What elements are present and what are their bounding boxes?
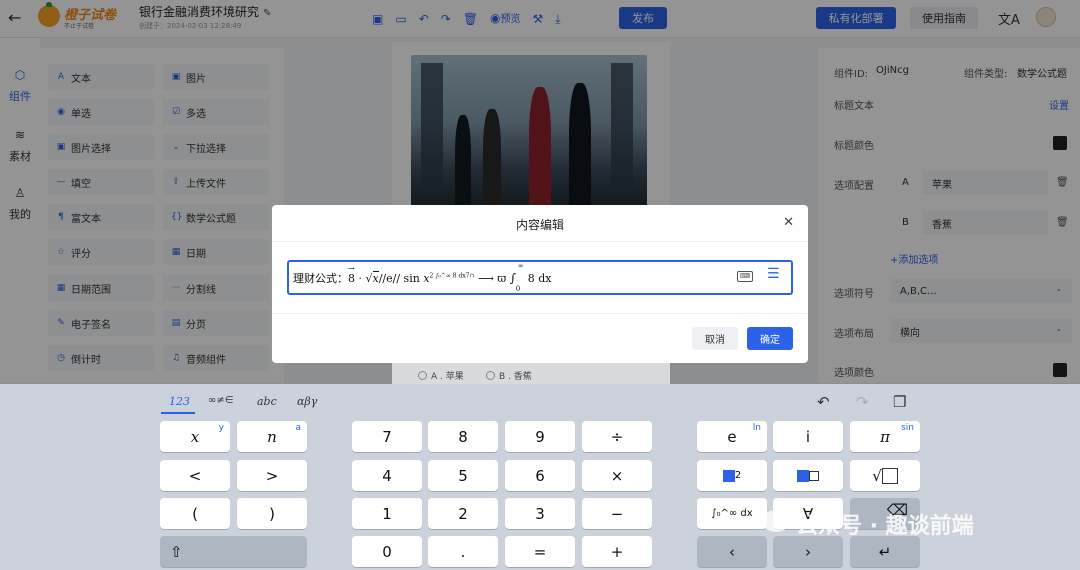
key-integral[interactable]: ∫₀^∞ dx	[697, 498, 767, 529]
clipboard-icon[interactable]: ❐	[893, 393, 906, 411]
confirm-button[interactable]: 确定	[747, 327, 793, 350]
watermark-text: 公众号 · 趣谈前端	[796, 514, 974, 539]
tab-greek[interactable]: αβγ	[297, 395, 317, 408]
canvas-option-b[interactable]: B . 香蕉	[486, 369, 532, 382]
canvas-option-label: A . 苹果	[431, 372, 464, 382]
formula-integral: ∫ ∞ 0	[509, 262, 528, 293]
radio-circle-icon	[418, 371, 427, 380]
key-1[interactable]: 1	[352, 498, 422, 529]
formula-prefix: 理财公式：	[293, 272, 348, 285]
key-open-paren[interactable]: (	[160, 498, 230, 529]
dialog-divider	[272, 241, 808, 242]
key-label: n	[267, 427, 277, 446]
sqrt-sign: √	[872, 466, 882, 485]
key-6[interactable]: 6	[505, 460, 575, 491]
placeholder-square-icon	[797, 469, 809, 482]
enter-key[interactable]: ↵	[850, 536, 920, 567]
undo-icon[interactable]: ↶	[817, 393, 830, 411]
math-keyboard: 123 ∞≠∈ abc αβγ ↶ ↷ ❐ xy na < > ( ) ⇧ 7 …	[0, 384, 1080, 570]
key-9[interactable]: 9	[505, 421, 575, 452]
key-equals[interactable]: =	[505, 536, 575, 567]
canvas-option-a[interactable]: A . 苹果	[418, 369, 464, 382]
formula-superscript: 2 ∫₀^∞ 8 dx7∩	[429, 272, 475, 280]
key-alt: ln	[752, 423, 761, 433]
key-7[interactable]: 7	[352, 421, 422, 452]
content-edit-dialog: 内容编辑 ✕ 理财公式： → 8 · √x//e// sin x2 ∫₀^∞ 8 d…	[272, 205, 808, 363]
formula-vector: → 8	[348, 264, 355, 285]
active-tab-indicator	[161, 412, 195, 414]
formula-input[interactable]: 理财公式： → 8 · √x//e// sin x2 ∫₀^∞ 8 dx7∩ ⟶ ϖ…	[287, 260, 793, 295]
key-alt: sin	[901, 423, 914, 433]
key-8[interactable]: 8	[428, 421, 498, 452]
formula-arrow: ⟶ ϖ	[474, 272, 510, 285]
key-x[interactable]: xy	[160, 421, 230, 452]
exponent-box-icon	[809, 470, 819, 481]
key-0[interactable]: 0	[352, 536, 422, 567]
key-greater-than[interactable]: >	[237, 460, 307, 491]
key-e[interactable]: e ln	[697, 421, 767, 452]
key-square[interactable]: 2	[697, 460, 767, 491]
sqrt-box-icon	[881, 467, 898, 484]
cancel-button[interactable]: 取消	[692, 327, 738, 350]
key-4[interactable]: 4	[352, 460, 422, 491]
key-alt: y	[218, 423, 224, 433]
tab-symbols[interactable]: ∞≠∈	[208, 395, 233, 406]
key-pi[interactable]: π sin	[850, 421, 920, 452]
radio-circle-icon	[486, 371, 495, 380]
left-arrow-key[interactable]: ‹	[697, 536, 767, 567]
formula-mid: //e//	[378, 272, 401, 285]
key-3[interactable]: 3	[505, 498, 575, 529]
key-sqrt[interactable]: √	[850, 460, 920, 491]
wechat-icon	[762, 510, 790, 532]
key-label: e	[727, 427, 737, 446]
tab-latin[interactable]: abc	[257, 395, 277, 408]
placeholder-square-icon	[722, 469, 735, 482]
key-n[interactable]: na	[237, 421, 307, 452]
key-power[interactable]	[773, 460, 843, 491]
key-close-paren[interactable]: )	[237, 498, 307, 529]
key-exponent: 2	[734, 470, 742, 481]
key-minus[interactable]: −	[582, 498, 652, 529]
key-i[interactable]: i	[773, 421, 843, 452]
key-label: x	[190, 427, 200, 446]
close-icon[interactable]: ✕	[783, 215, 794, 230]
redo-icon[interactable]: ↷	[856, 393, 869, 411]
key-divide[interactable]: ÷	[582, 421, 652, 452]
formula-content: 理财公式： → 8 · √x//e// sin x2 ∫₀^∞ 8 dx7∩ ⟶ ϖ…	[293, 262, 552, 293]
integral-lower: 0	[515, 285, 521, 293]
shift-key[interactable]: ⇧	[160, 536, 307, 567]
key-multiply[interactable]: ×	[582, 460, 652, 491]
key-less-than[interactable]: <	[160, 460, 230, 491]
formula-dot: · √	[355, 272, 373, 285]
right-arrow-key[interactable]: ›	[773, 536, 843, 567]
integral-upper: ∞	[517, 262, 524, 270]
key-5[interactable]: 5	[428, 460, 498, 491]
key-2[interactable]: 2	[428, 498, 498, 529]
keyboard-icon[interactable]: ⌨	[737, 271, 753, 282]
key-label: π	[880, 427, 890, 446]
dialog-title: 内容编辑	[515, 218, 564, 232]
formula-vector-value: 8	[348, 272, 355, 285]
formula-tail: 8 dx	[527, 272, 552, 285]
canvas-option-label: B . 香蕉	[499, 372, 532, 382]
vector-arrow-icon: →	[348, 264, 355, 273]
key-plus[interactable]: +	[582, 536, 652, 567]
menu-icon[interactable]: ☰	[767, 266, 780, 282]
key-decimal[interactable]: .	[428, 536, 498, 567]
tab-numbers[interactable]: 123	[169, 395, 190, 408]
formula-sin: sin	[400, 272, 424, 285]
dialog-divider	[272, 313, 808, 314]
key-alt: a	[295, 423, 301, 433]
integral-sign: ∫	[509, 271, 517, 285]
